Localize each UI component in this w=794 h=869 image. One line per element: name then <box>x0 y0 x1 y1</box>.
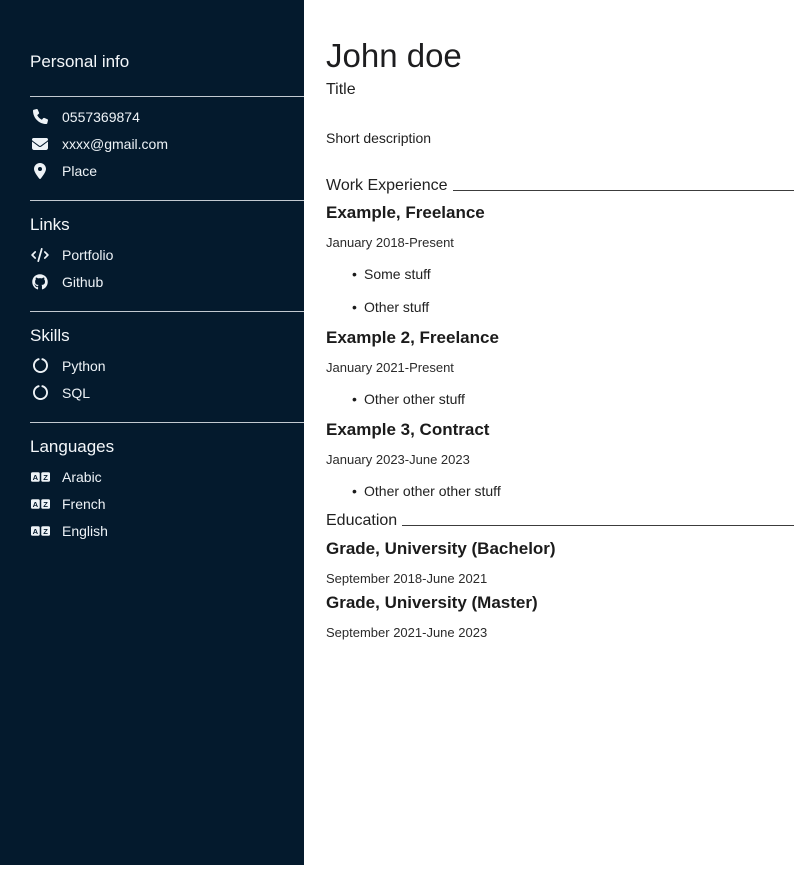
language-french-row: AZ French <box>30 490 304 517</box>
short-description: Short description <box>326 129 794 147</box>
circle-notch-icon <box>30 358 50 373</box>
divider <box>30 422 304 423</box>
svg-text:A: A <box>32 499 38 508</box>
resume-main: John doe Title Short description Work Ex… <box>304 0 794 641</box>
place-label: Place <box>62 163 97 179</box>
sidebar-section-title-skills: Skills <box>30 326 304 346</box>
contact-email-row: xxxx@gmail.com <box>30 130 304 157</box>
svg-text:Z: Z <box>43 526 48 535</box>
code-icon <box>30 248 50 262</box>
section-heading-label: Work Experience <box>326 176 448 196</box>
portfolio-link-label: Portfolio <box>62 247 113 263</box>
entry-title: Example 3, Contract <box>326 419 794 441</box>
sidebar-section-title-links: Links <box>30 215 304 235</box>
skill-label: SQL <box>62 385 90 401</box>
bullet-item: Other other stuff <box>352 390 794 408</box>
entry-bullets: Some stuff Other stuff <box>326 265 794 316</box>
work-entry: Example 2, Freelance January 2021-Presen… <box>326 327 794 408</box>
entry-bullets: Other other other stuff <box>326 482 794 500</box>
skill-label: Python <box>62 358 106 374</box>
language-icon: AZ <box>30 497 50 511</box>
entry-date: January 2021-Present <box>326 359 794 376</box>
work-entry: Example, Freelance January 2018-Present … <box>326 202 794 316</box>
envelope-icon <box>30 136 50 152</box>
skill-sql-row: SQL <box>30 379 304 406</box>
language-arabic-row: AZ Arabic <box>30 463 304 490</box>
contact-place-row: Place <box>30 157 304 184</box>
language-icon: AZ <box>30 470 50 484</box>
email-address: xxxx@gmail.com <box>62 136 168 152</box>
candidate-name: John doe <box>326 36 794 76</box>
contact-phone-row: 0557369874 <box>30 103 304 130</box>
language-icon: AZ <box>30 524 50 538</box>
section-heading-education: Education <box>326 511 794 531</box>
svg-text:A: A <box>32 526 38 535</box>
location-pin-icon <box>30 163 50 179</box>
phone-number: 0557369874 <box>62 109 140 125</box>
circle-notch-icon <box>30 385 50 400</box>
entry-date: January 2018-Present <box>326 234 794 251</box>
skill-python-row: Python <box>30 352 304 379</box>
entry-date: January 2023-June 2023 <box>326 451 794 468</box>
sidebar: Personal info 0557369874 xxxx@gmail.com … <box>0 0 304 865</box>
language-label: English <box>62 523 108 539</box>
link-github[interactable]: Github <box>30 268 304 295</box>
language-label: Arabic <box>62 469 102 485</box>
work-entry: Example 3, Contract January 2023-June 20… <box>326 419 794 500</box>
github-icon <box>30 274 50 290</box>
sidebar-section-title-personal-info: Personal info <box>30 52 304 72</box>
entry-date: September 2018-June 2021 <box>326 570 794 587</box>
divider <box>30 311 304 312</box>
entry-date: September 2021-June 2023 <box>326 624 794 641</box>
entry-title: Grade, University (Bachelor) <box>326 538 794 560</box>
section-heading-rule <box>453 190 794 191</box>
skills-list: Python SQL <box>30 352 304 406</box>
candidate-title: Title <box>326 80 794 100</box>
personal-info-list: 0557369874 xxxx@gmail.com Place <box>30 103 304 184</box>
bullet-item: Other other other stuff <box>352 482 794 500</box>
entry-title: Example, Freelance <box>326 202 794 224</box>
divider <box>30 200 304 201</box>
svg-text:Z: Z <box>43 499 48 508</box>
section-heading-label: Education <box>326 511 397 531</box>
sidebar-section-title-languages: Languages <box>30 437 304 457</box>
github-link-label: Github <box>62 274 103 290</box>
entry-title: Grade, University (Master) <box>326 592 794 614</box>
section-heading-work-experience: Work Experience <box>326 176 794 196</box>
svg-text:Z: Z <box>43 472 48 481</box>
language-label: French <box>62 496 106 512</box>
education-entry: Grade, University (Master) September 202… <box>326 592 794 641</box>
section-heading-rule <box>402 525 794 526</box>
svg-text:A: A <box>32 472 38 481</box>
entry-bullets: Other other stuff <box>326 390 794 408</box>
bullet-item: Other stuff <box>352 298 794 316</box>
education-entry: Grade, University (Bachelor) September 2… <box>326 538 794 587</box>
links-list: Portfolio Github <box>30 241 304 295</box>
language-english-row: AZ English <box>30 517 304 544</box>
bullet-item: Some stuff <box>352 265 794 283</box>
languages-list: AZ Arabic AZ French AZ English <box>30 463 304 544</box>
link-portfolio[interactable]: Portfolio <box>30 241 304 268</box>
divider <box>30 96 304 97</box>
entry-title: Example 2, Freelance <box>326 327 794 349</box>
phone-icon <box>30 109 50 124</box>
